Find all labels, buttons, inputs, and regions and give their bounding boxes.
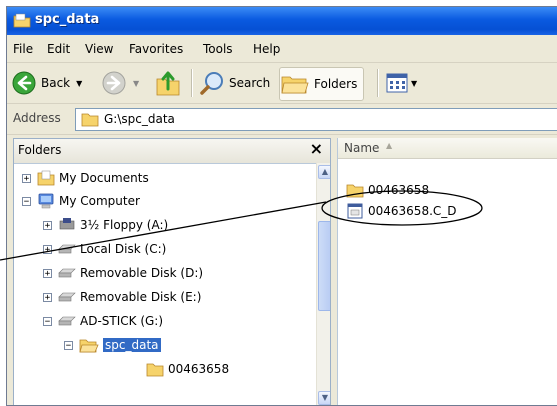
search-label: Search xyxy=(229,76,271,90)
folders-icon xyxy=(281,76,309,94)
tree-item-label: Removable Disk (D:) xyxy=(80,266,204,280)
file-name: 00463658.C_D xyxy=(368,204,457,218)
tree-item-removable-d[interactable]: + Removable Disk (D:) xyxy=(43,262,203,284)
folders-pane-header: Folders × xyxy=(14,139,330,164)
standard-toolbar: Back ▼ ▼ Search Folders ▼ xyxy=(7,63,557,104)
forward-button[interactable]: ▼ xyxy=(101,67,139,99)
file-item-folder[interactable]: 00463658 xyxy=(346,180,429,200)
tree-item-ad-stick[interactable]: − AD-STICK (G:) xyxy=(43,310,163,332)
tree-item-label: My Documents xyxy=(59,171,149,185)
folders-label: Folders xyxy=(314,77,358,91)
tree-item-00463658[interactable]: 00463658 xyxy=(146,358,229,380)
views-button[interactable]: ▼ xyxy=(385,67,417,99)
my-computer-icon xyxy=(38,193,54,209)
forward-dropdown-icon[interactable]: ▼ xyxy=(133,79,139,88)
tree-item-label: AD-STICK (G:) xyxy=(80,314,164,328)
menu-bar: File Edit View Favorites Tools Help xyxy=(7,38,557,63)
disk-drive-icon xyxy=(58,292,76,302)
tree-item-label: 3½ Floppy (A:) xyxy=(80,218,169,232)
toolbar-separator xyxy=(377,69,379,97)
tree-item-my-computer[interactable]: − My Computer xyxy=(22,190,140,212)
open-folder-icon xyxy=(79,339,99,353)
search-button[interactable]: Search xyxy=(199,67,270,99)
menu-view[interactable]: View xyxy=(85,42,113,56)
search-icon xyxy=(200,72,223,95)
menu-edit[interactable]: Edit xyxy=(47,42,70,56)
scroll-down-icon[interactable]: ▼ xyxy=(318,391,330,405)
tree-item-label: My Computer xyxy=(59,194,140,208)
up-folder-button[interactable] xyxy=(155,67,181,99)
folder-icon xyxy=(81,113,99,127)
folders-button[interactable]: Folders xyxy=(279,67,365,101)
address-bar: Address G:\spc_data xyxy=(7,104,557,135)
menu-tools[interactable]: Tools xyxy=(203,42,233,56)
tree-item-label: Local Disk (C:) xyxy=(80,242,167,256)
file-item-cd[interactable]: 00463658.C_D xyxy=(346,201,457,221)
back-label: Back xyxy=(41,76,71,90)
menu-file[interactable]: File xyxy=(13,42,33,56)
views-dropdown-icon[interactable]: ▼ xyxy=(411,79,417,88)
disk-drive-icon xyxy=(58,268,76,278)
disk-drive-icon xyxy=(58,244,76,254)
folders-pane: Folders × + My Documents − My Computer + xyxy=(13,138,331,405)
address-input[interactable]: G:\spc_data xyxy=(75,108,557,131)
file-list-pane: Name ▲ 00463658 00463658.C_D xyxy=(337,138,557,405)
forward-arrow-icon xyxy=(102,71,126,95)
tree-item-floppy[interactable]: + 3½ Floppy (A:) xyxy=(43,214,168,236)
sort-ascending-icon: ▲ xyxy=(386,141,393,150)
back-button[interactable]: Back ▼ xyxy=(11,67,82,99)
up-folder-icon xyxy=(156,71,180,96)
address-label: Address xyxy=(13,111,61,125)
my-documents-icon xyxy=(37,170,55,186)
folders-scrollbar[interactable]: ▲ ▼ xyxy=(316,163,330,405)
title-bar[interactable]: spc_data xyxy=(7,7,557,35)
views-icon xyxy=(386,73,408,93)
tree-item-spc-data[interactable]: − spc_data xyxy=(64,334,161,356)
back-arrow-icon xyxy=(12,71,36,95)
column-header-name[interactable]: Name ▲ xyxy=(338,138,557,159)
expand-toggle[interactable]: + xyxy=(43,244,52,254)
expand-toggle[interactable]: + xyxy=(43,292,52,302)
menu-help[interactable]: Help xyxy=(253,42,280,56)
folders-pane-title: Folders xyxy=(18,143,62,157)
tree-item-label: 00463658 xyxy=(168,362,230,376)
collapse-toggle[interactable]: − xyxy=(22,196,31,206)
file-name: 00463658 xyxy=(368,183,430,197)
folder-icon xyxy=(346,184,364,198)
address-value: G:\spc_data xyxy=(104,112,175,126)
collapse-toggle[interactable]: − xyxy=(64,340,73,350)
tree-item-label: Removable Disk (E:) xyxy=(80,290,202,304)
column-header-label: Name xyxy=(344,141,380,155)
tree-item-label-selected: spc_data xyxy=(103,338,161,352)
back-dropdown-icon[interactable]: ▼ xyxy=(76,79,82,88)
floppy-drive-icon xyxy=(59,218,75,230)
expand-toggle[interactable]: + xyxy=(43,220,52,230)
folder-icon xyxy=(146,363,164,377)
file-icon xyxy=(347,203,363,219)
scrollbar-thumb[interactable] xyxy=(318,221,330,311)
toolbar-separator xyxy=(191,69,193,97)
tree-item-removable-e[interactable]: + Removable Disk (E:) xyxy=(43,286,201,308)
folder-icon xyxy=(13,13,31,28)
scroll-up-icon[interactable]: ▲ xyxy=(318,165,330,179)
close-icon[interactable]: × xyxy=(310,139,323,158)
expand-toggle[interactable]: + xyxy=(22,173,31,183)
menu-favorites[interactable]: Favorites xyxy=(129,42,183,56)
explorer-window: spc_data File Edit View Favorites Tools … xyxy=(6,6,557,406)
tree-item-local-disk-c[interactable]: + Local Disk (C:) xyxy=(43,238,166,260)
window-title: spc_data xyxy=(35,12,100,27)
expand-toggle[interactable]: + xyxy=(43,268,52,278)
disk-drive-icon xyxy=(58,316,76,326)
collapse-toggle[interactable]: − xyxy=(43,316,52,326)
tree-item-my-documents[interactable]: + My Documents xyxy=(22,167,149,189)
